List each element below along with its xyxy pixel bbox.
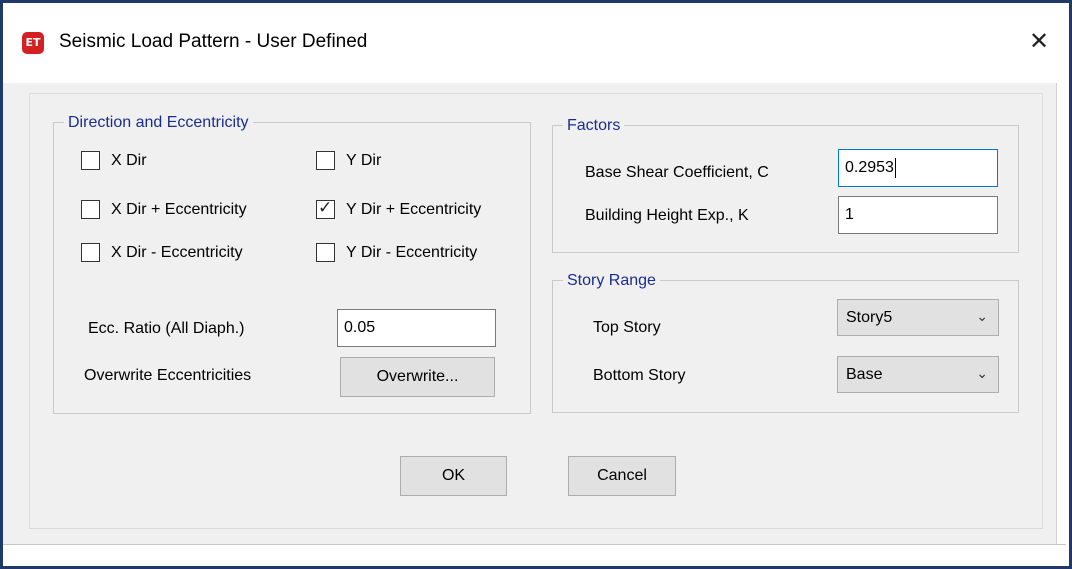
bottom-story-select[interactable]: Base ⌄ [837, 356, 999, 393]
top-story-value: Story5 [846, 309, 893, 326]
x-dir-minus-ecc-checkbox[interactable] [81, 243, 100, 262]
window-bottom-edge [3, 544, 1066, 566]
top-story-select[interactable]: Story5 ⌄ [837, 299, 999, 336]
base-shear-coefficient-label: Base Shear Coefficient, C [585, 164, 769, 181]
window-right-edge [1056, 83, 1066, 544]
building-height-exp-input[interactable]: 1 [838, 196, 998, 234]
ecc-ratio-input[interactable]: 0.05 [337, 309, 496, 347]
overwrite-eccentricities-label: Overwrite Eccentricities [84, 367, 252, 384]
close-icon[interactable]: ✕ [1022, 24, 1056, 58]
base-shear-coefficient-value: 0.2953 [845, 159, 894, 176]
y-dir-minus-ecc-checkbox[interactable] [316, 243, 335, 262]
x-dir-plus-ecc-label[interactable]: X Dir + Eccentricity [111, 200, 247, 220]
cancel-button[interactable]: Cancel [568, 456, 676, 496]
x-dir-plus-ecc-checkbox[interactable] [81, 200, 100, 219]
building-height-exp-label: Building Height Exp., K [585, 207, 749, 224]
factors-legend: Factors [563, 116, 625, 136]
y-dir-minus-ecc-label[interactable]: Y Dir - Eccentricity [346, 243, 477, 263]
y-dir-label[interactable]: Y Dir [346, 151, 381, 171]
y-dir-plus-ecc-label[interactable]: Y Dir + Eccentricity [346, 200, 481, 220]
bottom-story-value: Base [846, 366, 883, 383]
etabs-app-icon: ET [22, 32, 44, 54]
text-caret [894, 157, 896, 178]
y-dir-checkbox[interactable] [316, 151, 335, 170]
ecc-ratio-label: Ecc. Ratio (All Diaph.) [88, 320, 245, 337]
story-range-legend: Story Range [563, 271, 660, 291]
chevron-down-icon: ⌄ [976, 309, 988, 325]
direction-eccentricity-legend: Direction and Eccentricity [64, 113, 253, 133]
y-dir-plus-ecc-checkbox[interactable] [316, 198, 335, 219]
x-dir-label[interactable]: X Dir [111, 151, 147, 171]
window-title: Seismic Load Pattern - User Defined [59, 31, 368, 52]
overwrite-button[interactable]: Overwrite... [340, 357, 495, 397]
x-dir-minus-ecc-label[interactable]: X Dir - Eccentricity [111, 243, 243, 263]
ok-button[interactable]: OK [400, 456, 507, 496]
x-dir-checkbox[interactable] [81, 151, 100, 170]
top-story-label: Top Story [593, 319, 661, 336]
base-shear-coefficient-input[interactable]: 0.2953 [838, 149, 998, 187]
bottom-story-label: Bottom Story [593, 367, 686, 384]
chevron-down-icon: ⌄ [976, 366, 988, 382]
